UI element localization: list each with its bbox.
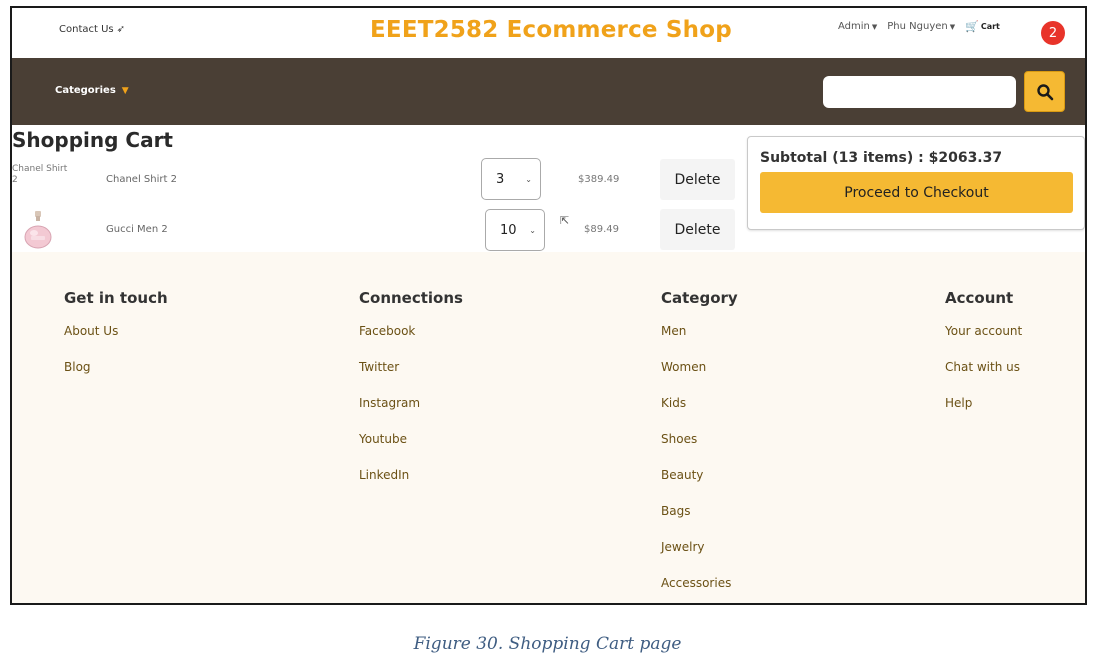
footer-link[interactable]: Facebook xyxy=(359,324,463,360)
proceed-to-checkout-button[interactable]: Proceed to Checkout xyxy=(760,172,1073,213)
footer-column-title: Get in touch xyxy=(64,289,168,307)
user-menu: Admin ▼ Phu Nguyen ▼ 🛒 Cart xyxy=(838,20,1000,33)
chevron-down-icon: ⌄ xyxy=(529,225,536,235)
cart-link[interactable]: 🛒 Cart xyxy=(965,20,1000,33)
footer-link[interactable]: Help xyxy=(945,396,1022,432)
cart-count-badge[interactable]: 2 xyxy=(1041,21,1065,45)
footer-column: Get in touch About Us Blog xyxy=(64,289,168,396)
browser-screenshot-frame: Contact Us ➶ EEET2582 Ecommerce Shop Adm… xyxy=(10,6,1087,605)
footer-link[interactable]: Women xyxy=(661,360,738,396)
footer-link[interactable]: Your account xyxy=(945,324,1022,360)
footer-link[interactable]: Jewelry xyxy=(661,540,738,576)
caret-down-icon: ▼ xyxy=(949,23,956,31)
cart-item-row: Gucci Men 2 10 ⌄ $89.49 Delete xyxy=(12,208,742,252)
footer-link[interactable]: Bags xyxy=(661,504,738,540)
subtotal-text: Subtotal (13 items) : $2063.37 xyxy=(760,150,1003,166)
footer-link[interactable]: Accessories xyxy=(661,576,738,603)
footer-column: Category Men Women Kids Shoes Beauty Bag… xyxy=(661,289,738,603)
cart-item-row: Chanel Shirt 2 Chanel Shirt 2 3 ⌄ $389.4… xyxy=(12,158,742,202)
perfume-bottle-image[interactable] xyxy=(22,210,54,250)
product-price: $389.49 xyxy=(578,174,620,185)
search-icon xyxy=(1036,83,1053,100)
mouse-cursor-icon: ⇱ xyxy=(560,214,570,227)
categories-dropdown[interactable]: Categories ▼ xyxy=(55,85,129,96)
footer-column-title: Category xyxy=(661,289,738,307)
send-icon: ➶ xyxy=(116,24,126,35)
footer-link[interactable]: Youtube xyxy=(359,432,463,468)
footer-column-title: Account xyxy=(945,289,1014,307)
delete-button[interactable]: Delete xyxy=(660,159,735,200)
product-name[interactable]: Gucci Men 2 xyxy=(106,224,168,235)
footer-link[interactable]: Shoes xyxy=(661,432,738,468)
top-header: Contact Us ➶ EEET2582 Ecommerce Shop Adm… xyxy=(12,8,1085,58)
footer-link[interactable]: Beauty xyxy=(661,468,738,504)
product-name[interactable]: Chanel Shirt 2 xyxy=(106,174,177,185)
page-title: Shopping Cart xyxy=(12,128,173,152)
order-summary-card: Subtotal (13 items) : $2063.37 Proceed t… xyxy=(747,136,1085,230)
chevron-down-icon: ⌄ xyxy=(525,174,532,184)
brand-logo-text[interactable]: EEET2582 Ecommerce Shop xyxy=(370,17,732,43)
user-name-label: Phu Nguyen xyxy=(887,21,948,32)
footer-link[interactable]: Twitter xyxy=(359,360,463,396)
search-button[interactable] xyxy=(1024,71,1065,112)
footer: Get in touch About Us Blog Connections F… xyxy=(12,252,1085,603)
admin-dropdown[interactable]: Admin ▼ xyxy=(838,21,877,32)
product-price: $89.49 xyxy=(584,224,619,235)
categories-label: Categories xyxy=(55,85,116,96)
footer-link[interactable]: Instagram xyxy=(359,396,463,432)
caret-down-icon: ▼ xyxy=(871,23,878,31)
quantity-select[interactable]: 3 ⌄ xyxy=(481,158,541,200)
footer-link[interactable]: Men xyxy=(661,324,738,360)
footer-link[interactable]: Blog xyxy=(64,360,168,396)
chevron-down-icon: ▼ xyxy=(121,85,129,96)
footer-column-title: Connections xyxy=(359,289,463,307)
footer-column: Connections Facebook Twitter Instagram Y… xyxy=(359,289,463,504)
product-image-broken[interactable]: Chanel Shirt 2 xyxy=(12,164,72,186)
contact-us-label: Contact Us xyxy=(59,24,114,35)
quantity-value: 10 xyxy=(500,222,517,238)
search-input[interactable] xyxy=(823,76,1016,108)
quantity-value: 3 xyxy=(496,171,505,187)
admin-label: Admin xyxy=(838,21,870,32)
footer-column: Account Your account Chat with us Help xyxy=(945,289,1022,432)
user-dropdown[interactable]: Phu Nguyen ▼ xyxy=(887,21,955,32)
footer-link[interactable]: Chat with us xyxy=(945,360,1022,396)
cart-icon: 🛒 xyxy=(965,20,979,33)
category-navbar: Categories ▼ xyxy=(12,58,1085,125)
figure-caption: Figure 30. Shopping Cart page xyxy=(413,634,682,654)
cart-label: Cart xyxy=(980,22,1000,31)
contact-us-link[interactable]: Contact Us ➶ xyxy=(59,24,125,35)
footer-link[interactable]: LinkedIn xyxy=(359,468,463,504)
footer-link[interactable]: Kids xyxy=(661,396,738,432)
footer-link[interactable]: About Us xyxy=(64,324,168,360)
delete-button[interactable]: Delete xyxy=(660,209,735,250)
quantity-select[interactable]: 10 ⌄ xyxy=(485,209,545,251)
